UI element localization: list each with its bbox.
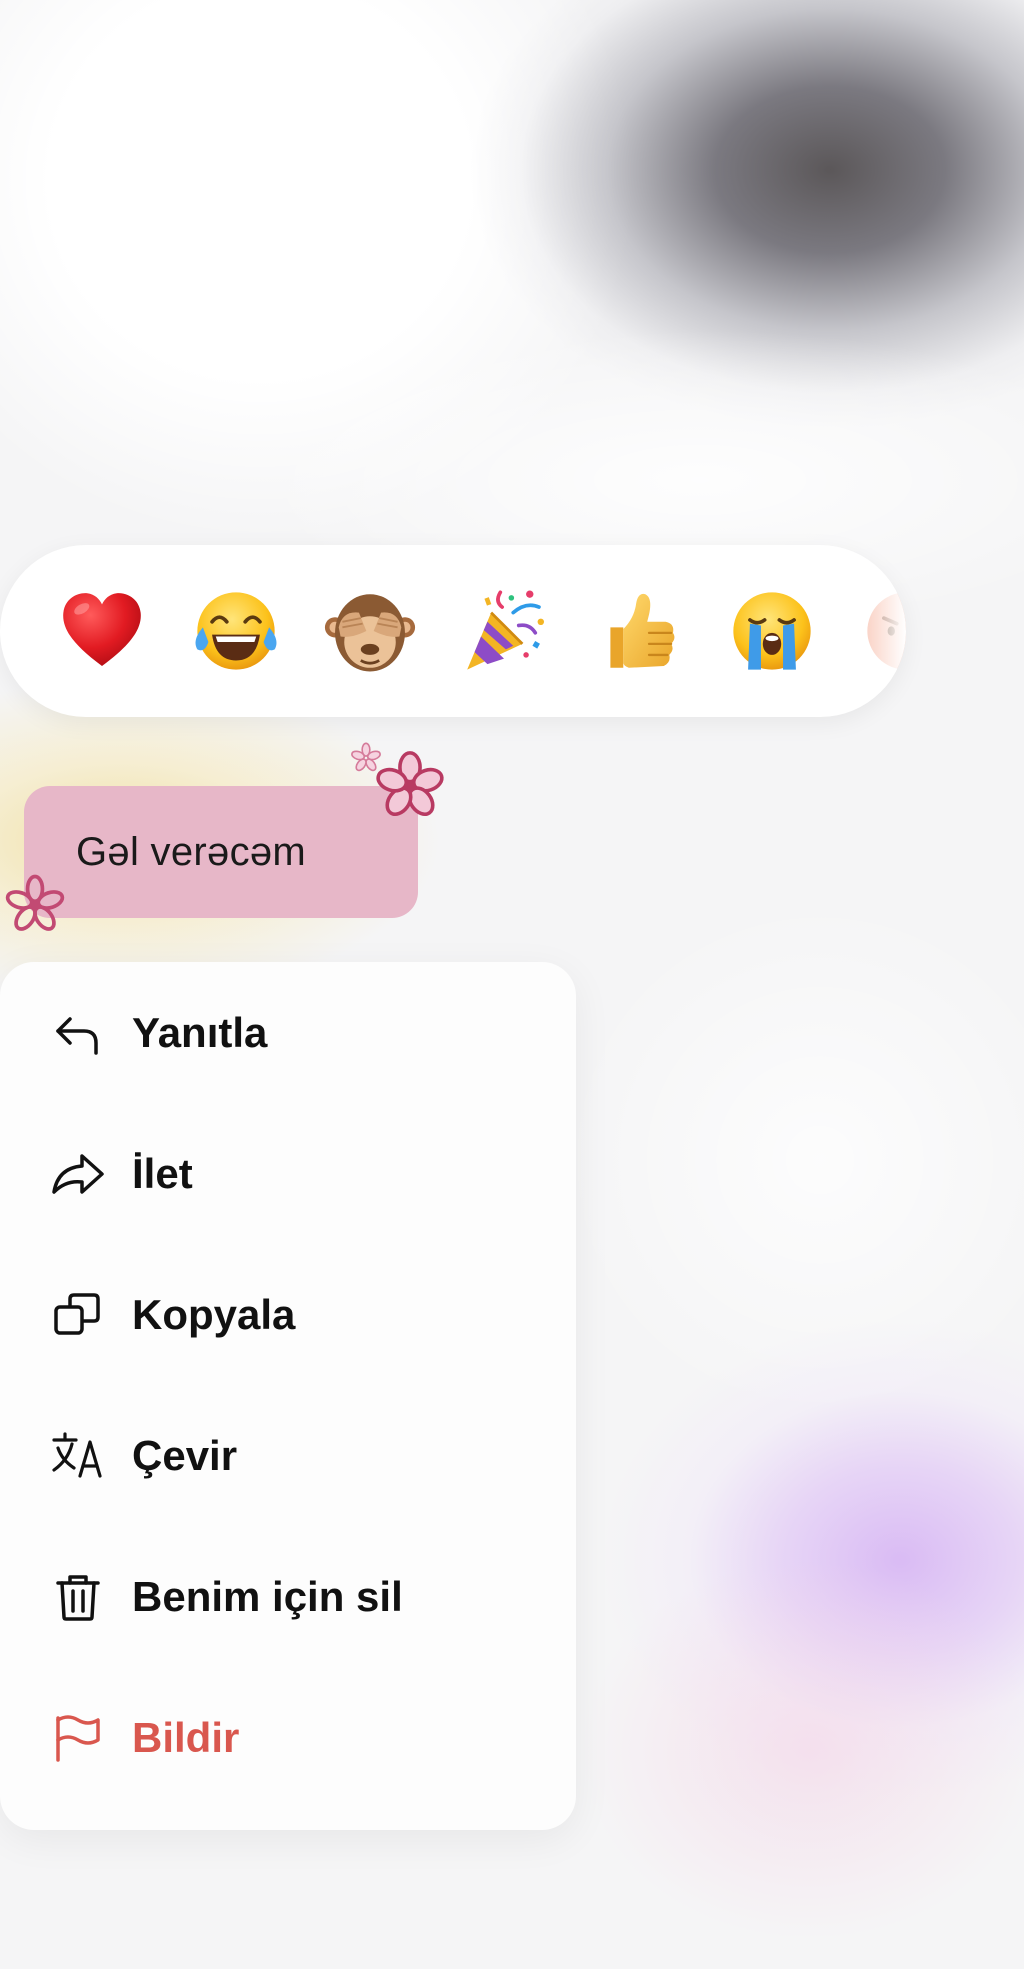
context-menu: Yanıtla İlet Kopyala Çevir Benim için si… bbox=[0, 962, 576, 1830]
angry-face-icon bbox=[867, 592, 906, 670]
menu-label-forward: İlet bbox=[132, 1149, 193, 1197]
thumbs-up-icon bbox=[610, 593, 675, 668]
background-glow-pink bbox=[580, 1560, 1024, 1940]
menu-item-forward[interactable]: İlet bbox=[0, 1103, 576, 1244]
reaction-list bbox=[56, 545, 906, 717]
reaction-red-heart[interactable] bbox=[56, 585, 148, 677]
flower-decoration-left bbox=[5, 874, 65, 931]
red-heart-icon bbox=[63, 593, 141, 666]
menu-label-copy: Kopyala bbox=[132, 1290, 296, 1338]
loudly-crying-face-icon bbox=[733, 592, 811, 670]
see-no-evil-monkey-icon bbox=[324, 594, 416, 672]
menu-item-reply[interactable]: Yanıtla bbox=[0, 962, 576, 1103]
menu-item-report[interactable]: Bildir bbox=[0, 1667, 576, 1808]
copy-icon bbox=[50, 1287, 106, 1343]
message-bubble[interactable]: Gəl verəcəm bbox=[24, 786, 418, 918]
flower-decoration-small bbox=[351, 742, 381, 772]
trash-icon bbox=[50, 1569, 106, 1625]
menu-item-copy[interactable]: Kopyala bbox=[0, 1244, 576, 1385]
reaction-bar bbox=[0, 545, 906, 717]
reply-icon bbox=[50, 1005, 106, 1061]
flag-icon bbox=[50, 1710, 106, 1766]
party-popper-icon bbox=[467, 590, 545, 670]
menu-label-reply: Yanıtla bbox=[132, 1008, 268, 1056]
message-text: Gəl verəcəm bbox=[76, 829, 307, 874]
reaction-see-no-evil-monkey[interactable] bbox=[324, 585, 416, 677]
reaction-thumbs-up[interactable] bbox=[592, 585, 684, 677]
face-with-tears-of-joy-icon bbox=[195, 592, 277, 670]
menu-label-delete-for-me: Benim için sil bbox=[132, 1572, 403, 1620]
reaction-loudly-crying-face[interactable] bbox=[726, 585, 818, 677]
reaction-party-popper[interactable] bbox=[458, 585, 550, 677]
reaction-face-with-tears-of-joy[interactable] bbox=[190, 585, 282, 677]
menu-label-translate: Çevir bbox=[132, 1431, 238, 1479]
menu-item-delete-for-me[interactable]: Benim için sil bbox=[0, 1526, 576, 1667]
translate-icon bbox=[50, 1428, 106, 1484]
reaction-angry-face-partial[interactable] bbox=[860, 585, 906, 677]
menu-label-report: Bildir bbox=[132, 1713, 240, 1761]
forward-icon bbox=[50, 1146, 106, 1202]
menu-item-translate[interactable]: Çevir bbox=[0, 1385, 576, 1526]
flower-decoration-large bbox=[376, 751, 444, 817]
